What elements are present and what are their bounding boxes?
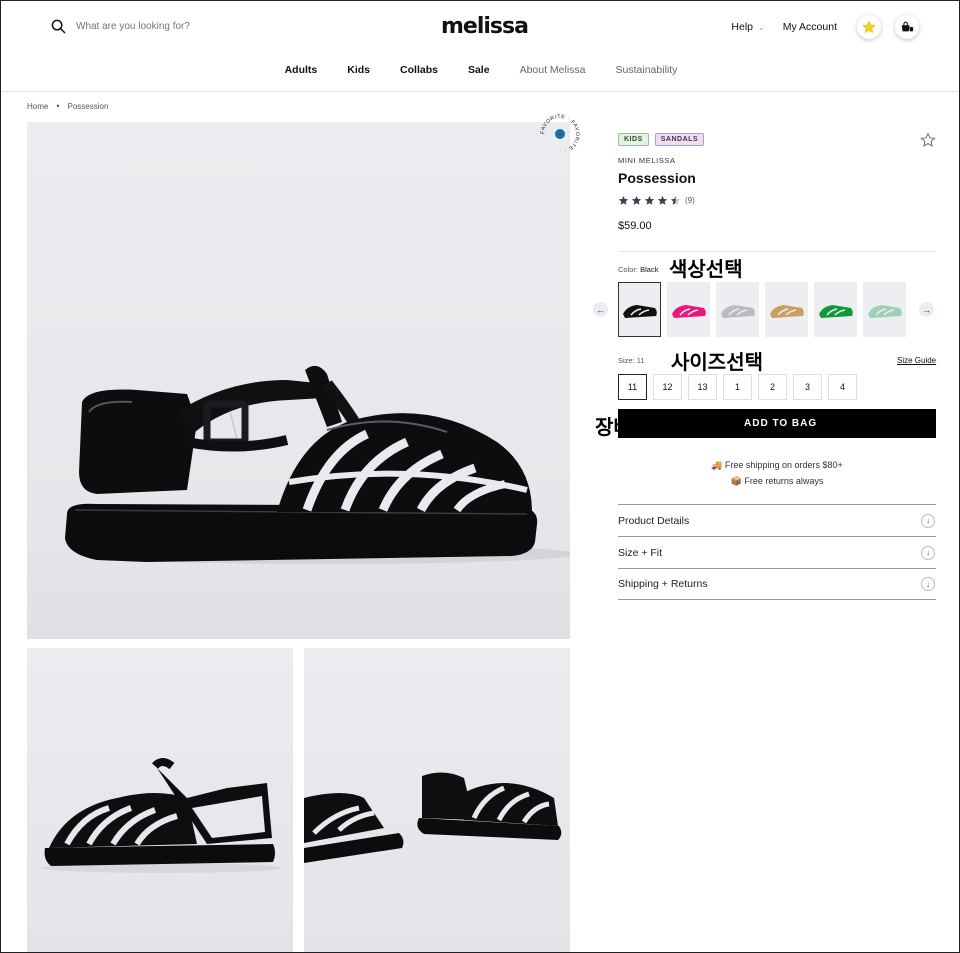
- size-option[interactable]: 11: [618, 374, 647, 400]
- size-label-prefix: Size:: [618, 356, 635, 365]
- nav-item-kids[interactable]: Kids: [347, 64, 370, 76]
- product-price: $59.00: [618, 220, 652, 232]
- size-option[interactable]: 4: [828, 374, 857, 400]
- swatch-next-button[interactable]: →: [919, 302, 934, 317]
- star-icon: [862, 20, 876, 34]
- sandal-pair-image: [304, 772, 562, 863]
- nav-item-adults[interactable]: Adults: [285, 64, 318, 76]
- rating-star-icon: [657, 195, 668, 205]
- rating-star-icon: [631, 195, 642, 205]
- swatch-sandal-gold: [769, 304, 804, 318]
- site-logo[interactable]: melissa: [441, 14, 529, 39]
- favorites-button[interactable]: [857, 15, 881, 39]
- sandal-side-image-2: [42, 758, 282, 873]
- swatch-gold[interactable]: [765, 282, 808, 337]
- swatch-sandal-black: [622, 304, 657, 318]
- color-label: Color: Black: [618, 265, 658, 274]
- swatch-sandal-silver: [720, 304, 755, 318]
- size-option[interactable]: 2: [758, 374, 787, 400]
- product-title: Possession: [618, 170, 696, 186]
- swatch-sandal-green: [818, 304, 853, 318]
- search-input[interactable]: [76, 21, 236, 32]
- breadcrumb-current: Possession: [67, 101, 109, 111]
- product-image-side[interactable]: [27, 648, 293, 952]
- help-label: Help: [731, 21, 754, 33]
- annotation-size-select: 사이즈선택: [671, 350, 763, 374]
- shipping-info: 🚚 Free shipping on orders $80+ 📦 Free re…: [618, 457, 936, 489]
- size-option[interactable]: 1: [723, 374, 752, 400]
- accordion-product-details[interactable]: Product Details ↓: [618, 504, 936, 536]
- bag-icon: [901, 21, 914, 32]
- arrow-down-icon: ↓: [921, 545, 935, 560]
- wishlist-star-icon[interactable]: [920, 132, 936, 148]
- page-frame: melissa Help ⌄ My Account Adults Kids Co…: [0, 0, 960, 953]
- arrow-down-icon: ↓: [921, 577, 935, 591]
- color-label-prefix: Color:: [618, 265, 639, 274]
- size-options: 11 12 13 1 2 3 4: [618, 374, 857, 400]
- swatch-sandal-mint: [867, 304, 902, 318]
- swatch-green[interactable]: [814, 282, 857, 337]
- rating-half-star-icon: [670, 195, 681, 205]
- my-account-link[interactable]: My Account: [783, 21, 837, 33]
- product-accordion: Product Details ↓ Size + Fit ↓ Shipping …: [618, 504, 936, 600]
- breadcrumb: Home • Possession: [27, 101, 108, 111]
- accordion-label: Size + Fit: [618, 546, 663, 559]
- accordion-size-fit[interactable]: Size + Fit ↓: [618, 536, 936, 568]
- accordion-shipping-returns[interactable]: Shipping + Returns ↓: [618, 568, 936, 600]
- size-option[interactable]: 13: [688, 374, 717, 400]
- arrow-down-icon: ↓: [921, 513, 935, 528]
- main-nav: Adults Kids Collabs Sale About Melissa S…: [1, 64, 959, 76]
- help-menu[interactable]: Help ⌄: [731, 21, 764, 33]
- color-swatches: [618, 282, 906, 337]
- header-actions: Help ⌄ My Account: [731, 15, 919, 39]
- product-rating[interactable]: (9): [618, 195, 695, 206]
- swatch-silver[interactable]: [716, 282, 759, 337]
- nav-item-collabs[interactable]: Collabs: [400, 64, 438, 76]
- product-brand: MINI MELISSA: [618, 156, 676, 165]
- divider: [618, 251, 936, 252]
- search-bar[interactable]: [51, 19, 236, 34]
- tag-kids[interactable]: KIDS: [618, 133, 649, 146]
- nav-item-sale[interactable]: Sale: [468, 64, 490, 76]
- nav-item-about[interactable]: About Melissa: [520, 64, 586, 76]
- tag-sandals[interactable]: SANDALS: [654, 133, 705, 146]
- nav-divider: [1, 91, 959, 92]
- swatch-mint[interactable]: [863, 282, 906, 337]
- free-shipping-text: 🚚 Free shipping on orders $80+: [711, 460, 843, 470]
- color-value: Black: [640, 265, 659, 274]
- swatch-pink[interactable]: [667, 282, 710, 337]
- breadcrumb-home[interactable]: Home: [27, 102, 48, 111]
- rating-star-icon: [618, 195, 629, 205]
- swatch-sandal-pink: [671, 304, 706, 318]
- size-option[interactable]: 3: [793, 374, 822, 400]
- product-image-pair[interactable]: [304, 648, 570, 952]
- accordion-label: Product Details: [618, 514, 690, 527]
- rating-count: (9): [685, 196, 695, 205]
- size-value: 11: [636, 356, 645, 365]
- breadcrumb-separator: •: [56, 101, 60, 111]
- chevron-down-icon: ⌄: [758, 22, 765, 32]
- product-image-main[interactable]: [27, 122, 570, 639]
- accordion-label: Shipping + Returns: [618, 578, 708, 590]
- annotation-color-select: 색상선택: [669, 257, 743, 281]
- sandal-side-image: [65, 365, 570, 564]
- rating-star-icon: [644, 195, 655, 205]
- nav-item-sustainability[interactable]: Sustainability: [616, 64, 678, 76]
- free-returns-text: 📦 Free returns always: [730, 476, 824, 486]
- annotation-add-to-cart: 장바구니 담기: [595, 415, 713, 439]
- size-guide-link[interactable]: Size Guide: [897, 356, 936, 365]
- size-label: Size: 11: [618, 356, 645, 365]
- favorite-badge: FAVORITE · FAVORITE ·: [540, 114, 579, 153]
- swatch-black[interactable]: [618, 282, 661, 337]
- search-icon[interactable]: [51, 19, 66, 34]
- favorite-badge-dot: [555, 129, 565, 139]
- bag-button[interactable]: [895, 15, 919, 39]
- product-tags: KIDS SANDALS: [618, 133, 705, 146]
- swatch-prev-button[interactable]: ←: [593, 302, 608, 317]
- size-option[interactable]: 12: [653, 374, 682, 400]
